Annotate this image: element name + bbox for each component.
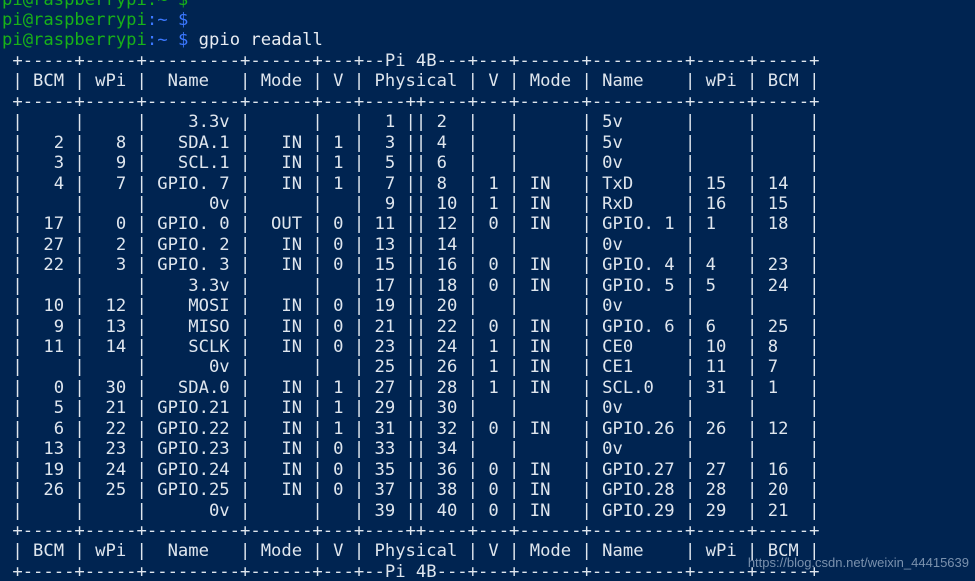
prompt-dollar: $	[177, 10, 189, 30]
table-border-footer: +-----+-----+---------+------+---+----++…	[2, 520, 820, 541]
table-row: | 17 | 0 | GPIO. 0 | OUT | 0 | 11 || 12 …	[2, 214, 820, 235]
table-row: | 22 | 3 | GPIO. 3 | IN | 0 | 15 || 16 |…	[2, 255, 820, 276]
prompt-dollar: $	[177, 30, 189, 51]
table-border-header: +-----+-----+---------+------+---+----++…	[2, 91, 820, 112]
prompt-user-host: pi@raspberrypi:~ $	[2, 0, 188, 10]
prompt-line-partial: pi@raspberrypi:~ $	[0, 0, 188, 10]
table-border-bottom: +-----+-----+---------+------+---+--Pi 4…	[2, 561, 820, 581]
table-row: | 19 | 24 | GPIO.24 | IN | 0 | 35 || 36 …	[2, 459, 820, 480]
gpio-readall-table: +-----+-----+---------+------+---+--Pi 4…	[0, 51, 975, 581]
prompt-path: :~	[146, 30, 168, 51]
table-row: | 6 | 22 | GPIO.22 | IN | 1 | 31 || 32 |…	[2, 418, 820, 439]
table-row: | 27 | 2 | GPIO. 2 | IN | 0 | 13 || 14 |…	[2, 234, 820, 255]
table-row: | 26 | 25 | GPIO.25 | IN | 0 | 37 || 38 …	[2, 480, 820, 501]
table-row: | 11 | 14 | SCLK | IN | 0 | 23 || 24 | 1…	[2, 337, 820, 357]
table-header-row: | BCM | wPi | Name | Mode | V | Physical…	[2, 71, 820, 92]
table-footer-row: | BCM | wPi | Name | Mode | V | Physical…	[2, 541, 820, 562]
table-row: | 0 | 30 | SDA.0 | IN | 1 | 27 || 28 | 1…	[2, 377, 820, 398]
scrollback-clipped-line: pi@raspberrypi:~ $	[0, 0, 975, 10]
table-row: | | | 3.3v | | | 1 || 2 | | | 5v | | |	[2, 112, 820, 133]
table-row: | | | 0v | | | 9 || 10 | 1 | IN | RxD | …	[2, 193, 820, 214]
table-row: | 5 | 21 | GPIO.21 | IN | 1 | 29 || 30 |…	[2, 398, 820, 419]
prompt-user-host: pi@raspberrypi	[2, 10, 147, 30]
terminal-window[interactable]: pi@raspberrypi:~ $ pi@raspberrypi:~ $ pi…	[0, 0, 975, 581]
table-row: | 3 | 9 | SCL.1 | IN | 1 | 5 || 6 | | | …	[2, 153, 820, 174]
prompt-path: :~	[146, 10, 168, 30]
table-row: | | | 3.3v | | | 17 || 18 | 0 | IN | GPI…	[2, 275, 820, 296]
table-row: | | | 0v | | | 39 || 40 | 0 | IN | GPIO.…	[2, 500, 820, 521]
table-row: | 2 | 8 | SDA.1 | IN | 1 | 3 || 4 | | | …	[2, 132, 820, 153]
table-row: | 13 | 23 | GPIO.23 | IN | 0 | 33 || 34 …	[2, 439, 820, 460]
table-row: | | | 0v | | | 25 || 26 | 1 | IN | CE1 |…	[2, 357, 820, 378]
table-row: | 4 | 7 | GPIO. 7 | IN | 1 | 7 || 8 | 1 …	[2, 173, 820, 194]
prompt-line-2: pi@raspberrypi:~ $ gpio readall	[0, 30, 975, 50]
table-row: | 9 | 13 | MISO | IN | 0 | 21 || 22 | 0 …	[2, 316, 820, 337]
table-row: | 10 | 12 | MOSI | IN | 0 | 19 || 20 | |…	[2, 296, 820, 317]
table-border-top: +-----+-----+---------+------+---+--Pi 4…	[2, 50, 820, 71]
prompt-user-host: pi@raspberrypi	[2, 30, 147, 51]
command-text: gpio readall	[188, 30, 323, 51]
prompt-line-1: pi@raspberrypi:~ $	[0, 10, 975, 30]
